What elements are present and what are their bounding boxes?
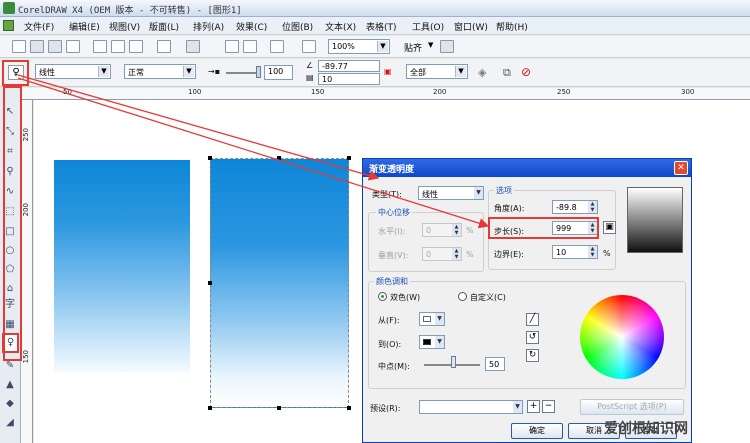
arrow-to-dialog [17,74,380,181]
annotation-arrows [17,74,490,229]
arrow-to-step-field [17,77,490,229]
watermark-text: 爱创根知识网 [604,421,688,437]
